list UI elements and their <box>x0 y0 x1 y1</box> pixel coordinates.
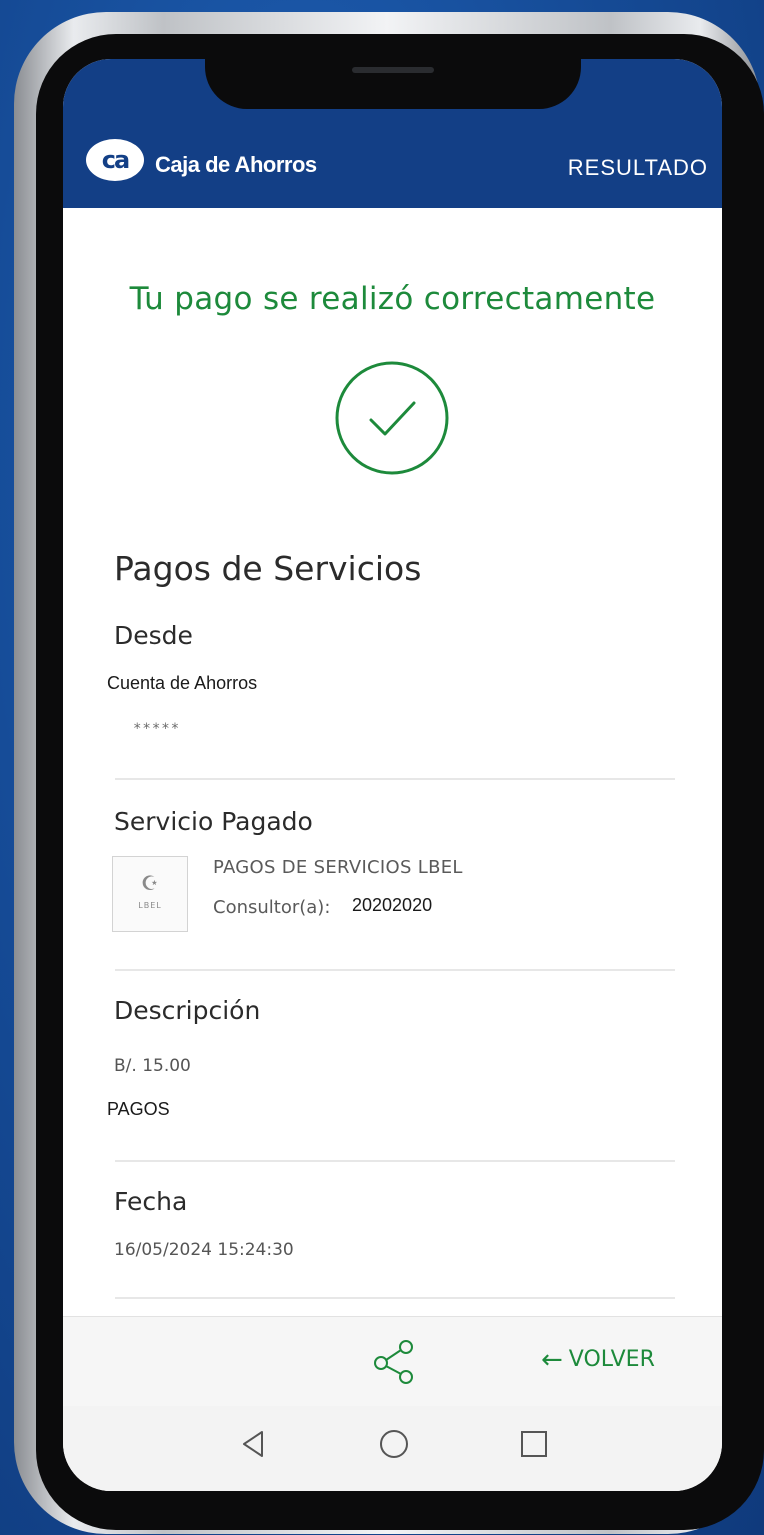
phone-screen: ca Caja de Ahorros RESULTADO Tu pago se … <box>63 59 722 1491</box>
date-label: Fecha <box>114 1187 188 1216</box>
back-button-label: VOLVER <box>568 1347 655 1372</box>
payment-date: 16/05/2024 15:24:30 <box>114 1240 294 1260</box>
payment-concept: PAGOS <box>107 1099 170 1119</box>
brand-logo-icon: ca <box>86 139 144 181</box>
speaker-grille <box>352 67 434 73</box>
back-button[interactable]: ← VOLVER <box>541 1344 655 1375</box>
system-nav-bar <box>63 1406 722 1491</box>
description-label: Descripción <box>114 996 261 1025</box>
from-account-type: Cuenta de Ahorros <box>107 673 258 693</box>
camera-notch <box>205 59 581 109</box>
divider <box>115 969 675 971</box>
service-name: PAGOS DE SERVICIOS LBEL <box>213 857 463 878</box>
action-bar: ← VOLVER <box>63 1316 722 1407</box>
service-label: Servicio Pagado <box>114 807 313 836</box>
consultant-label: Consultor(a): <box>213 897 331 918</box>
screen-title: RESULTADO <box>567 155 708 180</box>
consultant-value: 20202020 <box>352 895 433 915</box>
arrow-left-icon: ← <box>541 1344 563 1375</box>
lbel-logo-icon: ☪ LBEL <box>112 856 188 932</box>
check-circle-icon <box>335 361 449 475</box>
brand-name: Caja de Ahorros <box>155 152 317 177</box>
share-icon[interactable] <box>369 1337 419 1387</box>
triangle-back-icon[interactable] <box>236 1426 272 1462</box>
divider <box>115 1297 675 1299</box>
payment-amount: B/. 15.00 <box>114 1056 191 1076</box>
success-message: Tu pago se realizó correctamente <box>129 281 656 317</box>
service-logo-text: LBEL <box>138 901 162 910</box>
divider <box>115 778 675 780</box>
circle-home-icon[interactable] <box>376 1426 412 1462</box>
divider <box>115 1160 675 1162</box>
from-account-number: ***** <box>133 721 181 737</box>
square-recents-icon[interactable] <box>516 1426 552 1462</box>
receipt-heading: Pagos de Servicios <box>114 549 422 588</box>
from-label: Desde <box>114 621 193 650</box>
